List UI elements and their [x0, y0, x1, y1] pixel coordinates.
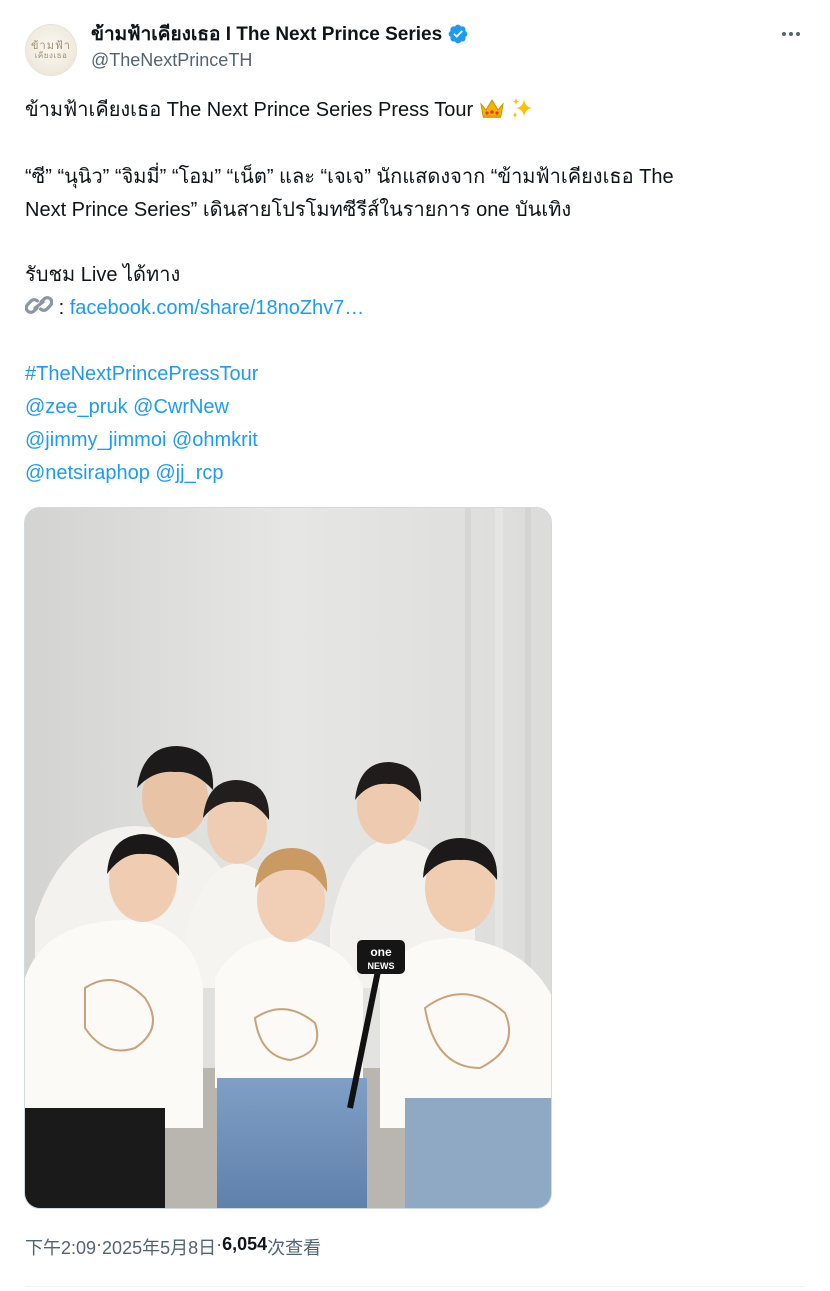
author-avatar[interactable]: ข้ามฟ้า เคียงเธอ — [25, 24, 77, 76]
link-emoji-icon — [25, 296, 53, 314]
mic-label-bottom: NEWS — [368, 961, 395, 971]
author-display-name[interactable]: ข้ามฟ้าเคียงเธอ I The Next Prince Series — [91, 19, 442, 49]
mentions-line-2[interactable]: @jimmy_jimmoi @ohmkrit — [25, 424, 258, 457]
tweet-para-line2: Next Prince Series” เดินสายโปรโมทซีรีส์ใ… — [25, 199, 572, 221]
views-label: 次查看 — [267, 1238, 322, 1258]
tweet-line-title: ข้ามฟ้าเคียงเธอ The Next Prince Series P… — [25, 94, 536, 127]
crown-emoji-icon — [479, 99, 504, 118]
tweet-meta: 下午2:09 · 2025年5月8日 · 6,054 次查看 — [25, 1234, 321, 1260]
author-handle[interactable]: @TheNextPrinceTH — [91, 50, 252, 71]
tweet-time[interactable]: 下午2:09 — [25, 1234, 96, 1260]
tweet-date[interactable]: 2025年5月8日 — [102, 1234, 216, 1260]
more-options-icon[interactable] — [776, 22, 806, 46]
tweet-photo[interactable]: one NEWS — [24, 507, 552, 1209]
sparkles-emoji-icon — [512, 98, 533, 118]
tweet-card: ข้ามฟ้า เคียงเธอ ข้ามฟ้าเคียงเธอ I The N… — [0, 0, 830, 1291]
mic-label-top: one — [370, 945, 392, 959]
views-count: 6,054 — [222, 1234, 268, 1254]
hashtag-link[interactable]: #TheNextPrincePressTour — [25, 358, 258, 391]
group-photo-illustration: one NEWS — [25, 508, 551, 1208]
verified-badge-icon[interactable] — [447, 23, 469, 45]
mentions-line-1[interactable]: @zee_pruk @CwrNew — [25, 391, 229, 424]
mentions-line-3[interactable]: @netsiraphop @jj_rcp — [25, 457, 223, 490]
link-prefix: : — [58, 297, 70, 319]
tweet-title-text: ข้ามฟ้าเคียงเธอ The Next Prince Series P… — [25, 99, 474, 121]
facebook-link[interactable]: facebook.com/share/18noZhv7… — [70, 297, 365, 319]
author-name-row[interactable]: ข้ามฟ้าเคียงเธอ I The Next Prince Series — [91, 22, 469, 46]
tweet-link-line: : facebook.com/share/18noZhv7… — [25, 292, 364, 325]
footer-divider — [25, 1286, 805, 1287]
tweet-live-line: รับชม Live ได้ทาง — [25, 264, 181, 286]
avatar-logo-line2: เคียงเธอ — [34, 51, 68, 60]
avatar-logo-line1: ข้ามฟ้า — [31, 39, 71, 52]
tweet-para-line1: “ซี” “นุนิว” “จิมมี่” “โอม” “เน็ต” และ “… — [25, 166, 674, 188]
